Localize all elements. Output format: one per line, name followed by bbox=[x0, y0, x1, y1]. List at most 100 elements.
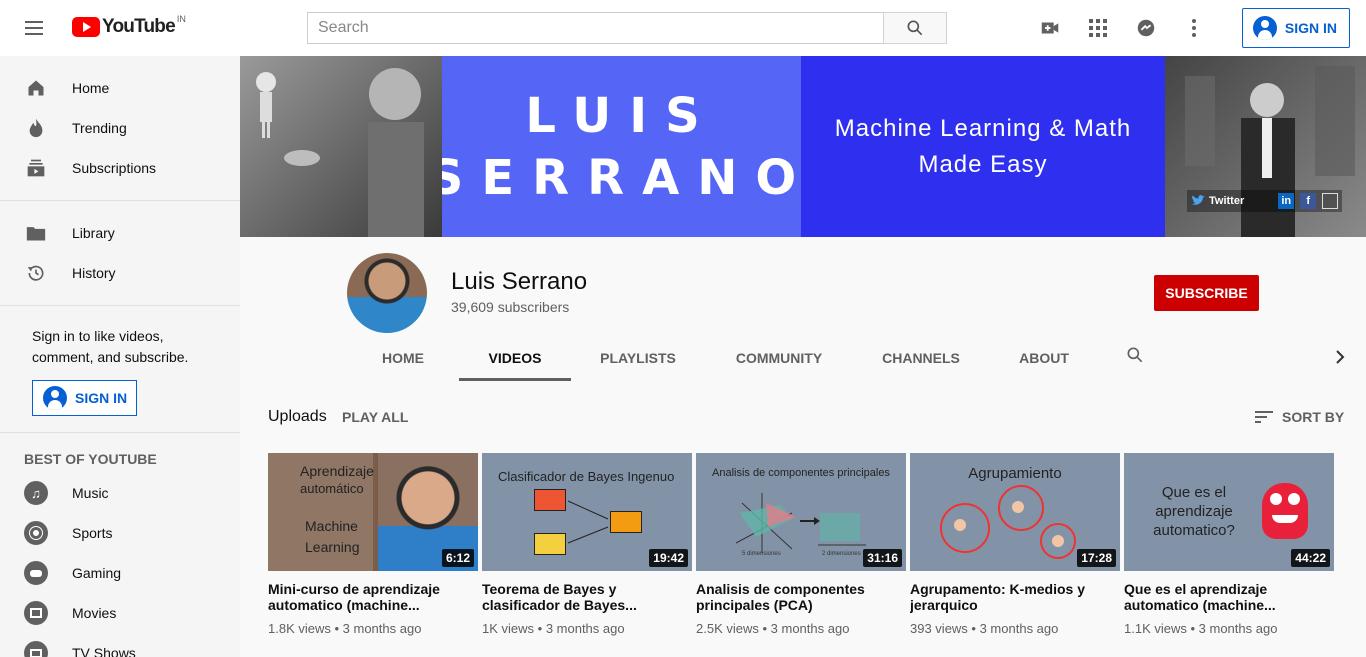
video-duration: 17:28 bbox=[1077, 549, 1116, 567]
sidebar-item-sports[interactable]: Sports bbox=[0, 513, 240, 553]
sidebar-item-gaming[interactable]: Gaming bbox=[0, 553, 240, 593]
tab-community[interactable]: COMMUNITY bbox=[705, 335, 853, 381]
apps-grid-icon[interactable] bbox=[1078, 8, 1118, 48]
sidebar-item-home[interactable]: Home bbox=[0, 68, 240, 108]
banner-tagline-line2: Made Easy bbox=[918, 150, 1048, 178]
sidebar-divider bbox=[0, 200, 240, 201]
create-video-icon[interactable] bbox=[1030, 8, 1070, 48]
video-meta: 1K views • 3 months ago bbox=[482, 621, 625, 636]
account-icon bbox=[1252, 16, 1277, 40]
tab-about[interactable]: ABOUT bbox=[989, 335, 1099, 381]
more-options-icon[interactable] bbox=[1174, 8, 1214, 48]
thumb-text-block: Que es el aprendizaje automatico? bbox=[1144, 483, 1244, 540]
sidebar-item-music[interactable]: ♫ Music bbox=[0, 473, 240, 513]
twitter-label: Twitter bbox=[1209, 195, 1245, 207]
video-title[interactable]: Mini-curso de aprendizaje automatico (ma… bbox=[268, 581, 478, 613]
video-card[interactable]: Clasificador de Bayes Ingenuo 19:42 Teor… bbox=[482, 453, 692, 636]
video-meta: 2.5K views • 3 months ago bbox=[696, 621, 850, 636]
search-bar bbox=[307, 12, 947, 44]
subscribe-button[interactable]: SUBSCRIBE bbox=[1154, 275, 1259, 311]
video-card[interactable]: Aprendizaje automático Machine Learning … bbox=[268, 453, 478, 636]
video-card[interactable]: Que es el aprendizaje automatico? 44:22 … bbox=[1124, 453, 1334, 636]
banner-tagline-line1: Machine Learning & Math bbox=[834, 114, 1132, 142]
folder-icon bbox=[24, 221, 48, 245]
video-views: 1.1K views bbox=[1124, 621, 1187, 636]
sort-icon bbox=[1255, 411, 1273, 423]
sidebar-item-tv-shows[interactable]: TV Shows bbox=[0, 633, 240, 657]
tab-playlists[interactable]: PLAYLISTS bbox=[571, 335, 705, 381]
youtube-play-icon bbox=[72, 17, 100, 37]
tab-home[interactable]: HOME bbox=[347, 335, 459, 381]
sidebar: Home Trending Subscriptions Library Hist… bbox=[0, 56, 240, 657]
linkedin-icon[interactable]: in bbox=[1278, 193, 1295, 209]
sidebar-item-library[interactable]: Library bbox=[0, 213, 240, 253]
banner-person-illustration bbox=[256, 68, 424, 237]
video-title[interactable]: Analisis de componentes principales (PCA… bbox=[696, 581, 906, 613]
banner-name-line2: SERRANO bbox=[428, 149, 815, 206]
sidebar-item-label: Movies bbox=[72, 605, 117, 621]
monster-illustration bbox=[1262, 483, 1308, 539]
sidebar-item-history[interactable]: History bbox=[0, 253, 240, 293]
tab-channels[interactable]: CHANNELS bbox=[853, 335, 989, 381]
youtube-logo[interactable]: YouTube IN bbox=[72, 14, 186, 38]
tab-videos[interactable]: VIDEOS bbox=[459, 335, 571, 381]
sidebar-item-subscriptions[interactable]: Subscriptions bbox=[0, 148, 240, 188]
video-thumbnail[interactable]: Clasificador de Bayes Ingenuo 19:42 bbox=[482, 453, 692, 571]
hamburger-menu-icon[interactable] bbox=[24, 18, 48, 38]
sidebar-divider bbox=[0, 432, 240, 433]
account-icon bbox=[43, 386, 67, 410]
sidebar-item-label: Home bbox=[72, 80, 110, 96]
sidebar-item-label: Sports bbox=[72, 525, 113, 541]
music-icon-wrap: ♫ bbox=[24, 481, 48, 505]
thumb-text: Agrupamiento bbox=[968, 465, 1062, 482]
website-link-icon[interactable] bbox=[1322, 193, 1339, 209]
uploads-title: Uploads bbox=[268, 408, 327, 425]
video-meta: 1.1K views • 3 months ago bbox=[1124, 621, 1278, 636]
subscriptions-icon bbox=[24, 156, 48, 180]
sidebar-item-trending[interactable]: Trending bbox=[0, 108, 240, 148]
video-title[interactable]: Teorema de Bayes y clasificador de Bayes… bbox=[482, 581, 692, 613]
video-title[interactable]: Que es el aprendizaje automatico (machin… bbox=[1124, 581, 1334, 613]
twitter-link[interactable]: Twitter bbox=[1191, 195, 1244, 207]
video-thumbnail[interactable]: Que es el aprendizaje automatico? 44:22 bbox=[1124, 453, 1334, 571]
video-thumbnail[interactable]: Aprendizaje automático Machine Learning … bbox=[268, 453, 478, 571]
video-thumbnail[interactable]: Analisis de componentes principales 5 di… bbox=[696, 453, 906, 571]
messages-icon[interactable] bbox=[1126, 8, 1166, 48]
sidebar-signin-button[interactable]: SIGN IN bbox=[32, 380, 137, 416]
sort-by-button[interactable]: SORT BY bbox=[1252, 405, 1344, 429]
video-thumbnail[interactable]: Agrupamiento 17:28 bbox=[910, 453, 1120, 571]
video-title[interactable]: Agrupamento: K-medios y jerarquico bbox=[910, 581, 1120, 613]
sidebar-item-label: Trending bbox=[72, 120, 127, 136]
signin-label: SIGN IN bbox=[75, 390, 128, 406]
thumb-text: automatico? bbox=[1153, 522, 1235, 539]
video-card[interactable]: Agrupamiento 17:28 Agrupamento: K-medios… bbox=[910, 453, 1120, 636]
video-views: 2.5K views bbox=[696, 621, 759, 636]
signin-button-top[interactable]: SIGN IN bbox=[1241, 8, 1350, 48]
video-age: 3 months ago bbox=[342, 621, 422, 636]
sidebar-item-movies[interactable]: Movies bbox=[0, 593, 240, 633]
movies-icon-wrap bbox=[24, 601, 48, 625]
history-icon bbox=[24, 261, 48, 285]
subscriber-count: 39,609 subscribers bbox=[451, 299, 570, 315]
facebook-icon[interactable]: f bbox=[1300, 193, 1317, 209]
face-icon bbox=[1052, 535, 1064, 547]
tabs-next-chevron-icon[interactable] bbox=[1328, 345, 1352, 369]
thumb-text: Machine bbox=[305, 518, 358, 534]
search-button[interactable] bbox=[883, 12, 947, 44]
channel-header: Luis Serrano 39,609 subscribers SUBSCRIB… bbox=[240, 237, 1366, 381]
channel-search-icon[interactable] bbox=[1125, 345, 1149, 369]
twitter-icon bbox=[1192, 195, 1205, 205]
play-all-button[interactable]: PLAY ALL bbox=[342, 409, 408, 425]
channel-avatar[interactable] bbox=[347, 253, 427, 333]
top-actions: SIGN IN bbox=[1030, 0, 1366, 56]
banner-photo-left bbox=[240, 56, 442, 237]
channel-tabs: HOME VIDEOS PLAYLISTS COMMUNITY CHANNELS… bbox=[347, 335, 1099, 381]
video-card[interactable]: Analisis de componentes principales 5 di… bbox=[696, 453, 906, 636]
search-input[interactable] bbox=[307, 12, 883, 44]
music-icon: ♫ bbox=[24, 481, 48, 505]
sort-by-label: SORT BY bbox=[1282, 409, 1345, 425]
logo-country: IN bbox=[176, 14, 186, 24]
thumb-text: Learning bbox=[305, 539, 360, 555]
face-icon bbox=[1012, 501, 1024, 513]
channel-name: Luis Serrano bbox=[451, 268, 588, 295]
